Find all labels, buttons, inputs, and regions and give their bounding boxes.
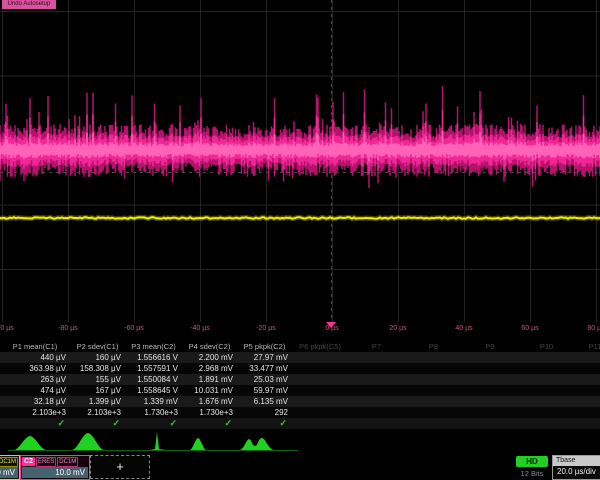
measure-value: 160 µV xyxy=(70,352,125,363)
measure-value: 263 µV xyxy=(0,374,70,385)
measure-header[interactable]: P6 pkpk(C5) xyxy=(292,341,348,352)
measure-status-check: ✓ xyxy=(70,418,125,429)
c2-scale-value: 10.0 mV xyxy=(22,467,88,478)
c2-chip: C2 xyxy=(22,457,35,466)
measure-value: 1.550084 V xyxy=(125,374,182,385)
measure-header[interactable]: P4 sdev(C2) xyxy=(182,341,237,352)
measure-value: 440 µV xyxy=(0,352,70,363)
measure-value: 1.339 mV xyxy=(125,396,182,407)
measure-column-p4[interactable]: P4 sdev(C2)2.200 mV2.968 mV1.891 mV10.03… xyxy=(182,341,237,430)
measure-value: 6.135 mV xyxy=(237,396,292,407)
measure-value: 292 xyxy=(237,407,292,418)
histicon-p2 xyxy=(72,433,104,450)
time-axis-label: -40 µs xyxy=(190,325,210,332)
measure-value: 2.200 mV xyxy=(182,352,237,363)
measure-value: 1.676 mV xyxy=(182,396,237,407)
channel-c1-descriptor[interactable]: C1 DC1M 50.0 mV xyxy=(0,455,20,480)
measure-value: 59.97 mV xyxy=(237,385,292,396)
time-axis-label: -20 µs xyxy=(256,325,276,332)
histicon-p4 xyxy=(190,438,206,450)
oscilloscope-screen: Undo Autosetup -100 µs -80 µs -60 µs -40 µs… xyxy=(0,0,600,480)
measure-column-p5[interactable]: P5 pkpk(C2)27.97 mV33.477 mV25.03 mV59.9… xyxy=(237,341,292,430)
measure-header[interactable]: P11 xyxy=(575,341,600,352)
measure-value: 158.308 µV xyxy=(70,363,125,374)
measure-value: 167 µV xyxy=(70,385,125,396)
measure-value: 25.03 mV xyxy=(237,374,292,385)
timebase-value: 20.0 µs/div xyxy=(553,466,600,478)
measure-header[interactable]: P7 xyxy=(348,341,405,352)
bottom-bar: C1 DC1M 50.0 mV C2 ERES DC1M 10.0 mV + H… xyxy=(0,455,600,480)
time-axis-label: -80 µs xyxy=(58,325,78,332)
measure-header[interactable]: P1 mean(C1) xyxy=(0,341,70,352)
measure-header[interactable]: P8 xyxy=(405,341,462,352)
measure-value: 33.477 mV xyxy=(237,363,292,374)
measure-column-p2[interactable]: P2 sdev(C1)160 µV158.308 µV155 µV167 µV1… xyxy=(70,341,125,430)
measure-column-p8[interactable]: P8 xyxy=(405,341,462,430)
c1-scale-value: 50.0 mV xyxy=(0,467,18,478)
measure-value: 1.730e+3 xyxy=(182,407,237,418)
waveform-grid[interactable]: Undo Autosetup xyxy=(0,0,600,322)
measure-header[interactable]: P3 mean(C2) xyxy=(125,341,182,352)
histicon-p5 xyxy=(240,438,274,450)
time-axis-label: 40 µs xyxy=(455,325,472,332)
channel-c2-descriptor[interactable]: C2 ERES DC1M 10.0 mV xyxy=(20,455,90,480)
measure-header[interactable]: P9 xyxy=(462,341,518,352)
measure-status-check: ✓ xyxy=(125,418,182,429)
time-axis: -100 µs-80 µs-60 µs-40 µs-20 µs0 µs20 µs… xyxy=(0,322,600,340)
measure-header[interactable]: P5 pkpk(C2) xyxy=(237,341,292,352)
measure-status-check: ✓ xyxy=(237,418,292,429)
measure-column-p10[interactable]: P10 xyxy=(518,341,575,430)
measure-value: 1.557591 V xyxy=(125,363,182,374)
measure-header[interactable]: P2 sdev(C1) xyxy=(70,341,125,352)
measure-column-p11[interactable]: P11 xyxy=(575,341,600,430)
measure-status-check: ✓ xyxy=(0,418,70,429)
time-axis-label: 60 µs xyxy=(521,325,538,332)
measure-column-p9[interactable]: P9 xyxy=(462,341,518,430)
waveform-traces xyxy=(0,0,600,322)
measure-value: 32.18 µV xyxy=(0,396,70,407)
measure-column-p3[interactable]: P3 mean(C2)1.556616 V1.557591 V1.550084 … xyxy=(125,341,182,430)
c2-eres-badge: ERES xyxy=(36,457,56,467)
add-trace-button[interactable]: + xyxy=(90,455,150,479)
timebase-label: Tbase xyxy=(553,456,600,466)
measure-column-p6[interactable]: P6 pkpk(C5) xyxy=(292,341,348,430)
hd-mode-badge[interactable]: HD xyxy=(516,456,548,467)
measure-column-p7[interactable]: P7 xyxy=(348,341,405,430)
measure-header[interactable]: P10 xyxy=(518,341,575,352)
measure-value: 1.891 mV xyxy=(182,374,237,385)
measure-value: 1.399 µV xyxy=(70,396,125,407)
trigger-position-marker[interactable] xyxy=(326,322,336,328)
measure-column-p1[interactable]: P1 mean(C1)440 µV363.98 µV263 µV474 µV32… xyxy=(0,341,70,430)
histicon-p3 xyxy=(150,432,166,450)
measure-value: 474 µV xyxy=(0,385,70,396)
time-axis-label: -60 µs xyxy=(124,325,144,332)
measure-value: 2.103e+3 xyxy=(0,407,70,418)
measure-value: 1.730e+3 xyxy=(125,407,182,418)
measure-value: 2.968 mV xyxy=(182,363,237,374)
measure-value: 363.98 µV xyxy=(0,363,70,374)
measure-value: 2.103e+3 xyxy=(70,407,125,418)
measurement-table: P1 mean(C1)440 µV363.98 µV263 µV474 µV32… xyxy=(0,341,600,430)
measure-value: 27.97 mV xyxy=(237,352,292,363)
time-axis-label: 80 µs xyxy=(587,325,600,332)
timebase-box[interactable]: Tbase 20.0 µs/div xyxy=(552,455,600,480)
measure-value: 1.556616 V xyxy=(125,352,182,363)
measure-value: 155 µV xyxy=(70,374,125,385)
time-axis-label: -100 µs xyxy=(0,325,14,332)
c1-coupling-badge: DC1M xyxy=(0,457,18,467)
bits-label: 12 Bits xyxy=(512,469,552,478)
undo-autosetup-badge[interactable]: Undo Autosetup xyxy=(2,0,56,9)
measure-value: 10.031 mV xyxy=(182,385,237,396)
time-axis-label: 20 µs xyxy=(389,325,406,332)
measure-status-check: ✓ xyxy=(182,418,237,429)
measure-value: 1.558645 V xyxy=(125,385,182,396)
c2-coupling-badge: DC1M xyxy=(57,457,78,467)
histicon-p1 xyxy=(14,436,46,450)
measurement-histicons xyxy=(0,430,600,454)
